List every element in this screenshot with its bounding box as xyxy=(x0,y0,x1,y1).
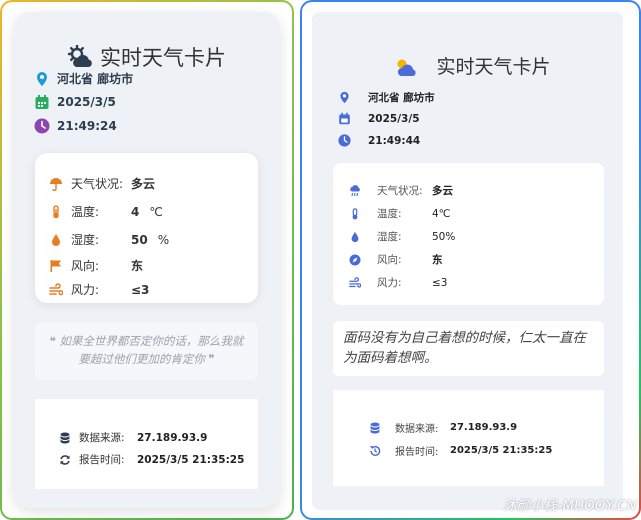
right-time: 21:49:44 xyxy=(338,134,420,147)
cloud-rain-icon xyxy=(349,184,361,197)
report-label: 报告时间: xyxy=(395,447,439,458)
calendar-icon xyxy=(338,112,351,125)
condition-value: 多云 xyxy=(131,177,156,191)
wind-power-value: ≤3 xyxy=(131,282,150,297)
report-label: 报告时间: xyxy=(79,454,125,466)
wind-dir-value: 东 xyxy=(131,259,144,273)
right-location-text: 河北省 廊坊市 xyxy=(368,92,435,104)
clock-icon xyxy=(338,134,351,147)
left-title-text: 实时天气卡片 xyxy=(100,46,226,70)
left-source-info: 数据来源: 27.189.93.9 报告时间: 2025/3/5 21:35:2… xyxy=(35,399,258,489)
left-date-text: 2025/3/5 xyxy=(57,95,116,109)
history-icon xyxy=(369,445,381,457)
left-source-row: 数据来源: 27.189.93.9 xyxy=(59,430,207,445)
database-icon xyxy=(59,432,71,444)
wind-icon xyxy=(49,282,64,297)
left-time-text: 21:49:24 xyxy=(57,119,117,133)
humidity-value: 50% xyxy=(432,230,456,243)
wind-dir-label: 风向: xyxy=(71,259,100,273)
left-location-text: 河北省 廊坊市 xyxy=(57,72,134,86)
thermometer-icon xyxy=(349,207,361,220)
flag-icon xyxy=(49,259,63,273)
temp-label: 温度: xyxy=(377,208,402,220)
wind-power-label: 风力: xyxy=(71,283,100,297)
right-wind-dir-row: 风向: 东 xyxy=(349,252,443,267)
left-condition-row: 天气状况: 多云 xyxy=(49,175,155,192)
right-date-text: 2025/3/5 xyxy=(368,112,420,125)
source-label: 数据来源: xyxy=(395,424,439,435)
right-weather-details: 天气状况: 多云 温度: 4℃ 湿度: 50% 风向: 东 风力: ≤3 xyxy=(333,163,604,305)
right-time-text: 21:49:44 xyxy=(368,134,421,147)
wind-power-label: 风力: xyxy=(377,277,402,289)
wind-dir-value: 东 xyxy=(432,254,443,266)
refresh-icon xyxy=(59,454,71,466)
left-weather-details: 天气状况: 多云 温度: 4 ℃ 湿度: 50 % 风向: 东 风力: ≤3 xyxy=(35,153,258,303)
condition-label: 天气状况: xyxy=(377,185,423,197)
map-pin-icon xyxy=(34,71,50,87)
wind-icon xyxy=(349,276,362,289)
humidity-label: 湿度: xyxy=(71,233,100,247)
cloud-sun-icon xyxy=(394,57,418,82)
right-location: 河北省 廊坊市 xyxy=(338,90,435,105)
left-panel: 实时天气卡片 河北省 廊坊市 2025/3/5 21:49:24 天气状况: 多… xyxy=(2,2,292,518)
report-value: 2025/3/5 21:35:25 xyxy=(137,453,245,466)
left-report-row: 报告时间: 2025/3/5 21:35:25 xyxy=(59,452,244,467)
database-icon xyxy=(369,422,381,434)
left-date: 2025/3/5 xyxy=(34,94,116,110)
right-condition-row: 天气状况: 多云 xyxy=(349,183,453,198)
source-value: 27.189.93.9 xyxy=(450,422,518,433)
left-humidity-row: 湿度: 50 % xyxy=(49,231,169,248)
calendar-icon xyxy=(34,94,50,110)
right-temp-row: 温度: 4℃ xyxy=(349,206,450,221)
clock-icon xyxy=(34,118,50,134)
left-time: 21:49:24 xyxy=(34,118,117,134)
temp-label: 温度: xyxy=(71,205,100,219)
left-quote: ❝ 如果全世界都否定你的话，那么我就要超过他们更加的肯定你 ❞ xyxy=(35,322,258,380)
map-pin-icon xyxy=(338,91,351,104)
report-value: 2025/3/5 21:35:25 xyxy=(450,445,553,456)
temp-value: 4 xyxy=(131,204,140,219)
right-humidity-row: 湿度: 50% xyxy=(349,229,455,244)
right-weather-card: 实时天气卡片 河北省 廊坊市 2025/3/5 21:49:44 天气状况: 多… xyxy=(312,12,623,510)
condition-value: 多云 xyxy=(432,185,453,197)
humidity-label: 湿度: xyxy=(377,231,402,243)
humidity-value: 50 xyxy=(131,232,148,247)
right-quote: 面码没有为自己着想的时候，仁太一直在为面码着想啊。 xyxy=(333,321,604,376)
right-wind-power-row: 风力: ≤3 xyxy=(349,275,447,290)
thermometer-icon xyxy=(49,204,63,219)
droplet-icon xyxy=(349,231,361,243)
temp-unit: ℃ xyxy=(149,204,163,219)
right-source-row: 数据来源: 27.189.93.9 xyxy=(369,420,517,435)
condition-label: 天气状况: xyxy=(71,177,124,191)
right-title-text: 实时天气卡片 xyxy=(436,56,551,78)
left-wind-dir-row: 风向: 东 xyxy=(49,257,143,274)
watermark: 沐颜小栈-MUOOY.CN xyxy=(503,499,637,514)
left-location: 河北省 廊坊市 xyxy=(34,70,133,87)
droplet-icon xyxy=(49,233,63,247)
right-card-title: 实时天气卡片 xyxy=(312,52,623,82)
right-report-row: 报告时间: 2025/3/5 21:35:25 xyxy=(369,443,552,458)
wind-dir-label: 风向: xyxy=(377,254,402,266)
source-label: 数据来源: xyxy=(79,432,125,444)
right-source-info: 数据来源: 27.189.93.9 报告时间: 2025/3/5 21:35:2… xyxy=(333,390,604,486)
wind-power-value: ≤3 xyxy=(432,276,448,289)
humidity-unit: % xyxy=(157,232,170,247)
left-panel-frame: 实时天气卡片 河北省 廊坊市 2025/3/5 21:49:24 天气状况: 多… xyxy=(0,0,294,520)
left-temp-row: 温度: 4 ℃ xyxy=(49,203,163,220)
right-date: 2025/3/5 xyxy=(338,112,420,125)
source-value: 27.189.93.9 xyxy=(137,431,208,444)
left-weather-card: 实时天气卡片 河北省 廊坊市 2025/3/5 21:49:24 天气状况: 多… xyxy=(14,12,280,508)
right-panel-frame: 实时天气卡片 河北省 廊坊市 2025/3/5 21:49:44 天气状况: 多… xyxy=(300,0,641,520)
compass-icon xyxy=(349,254,361,266)
right-panel: 实时天气卡片 河北省 廊坊市 2025/3/5 21:49:44 天气状况: 多… xyxy=(302,2,639,518)
umbrella-icon xyxy=(49,177,63,191)
left-wind-power-row: 风力: ≤3 xyxy=(49,281,149,298)
temp-value: 4℃ xyxy=(432,207,451,220)
